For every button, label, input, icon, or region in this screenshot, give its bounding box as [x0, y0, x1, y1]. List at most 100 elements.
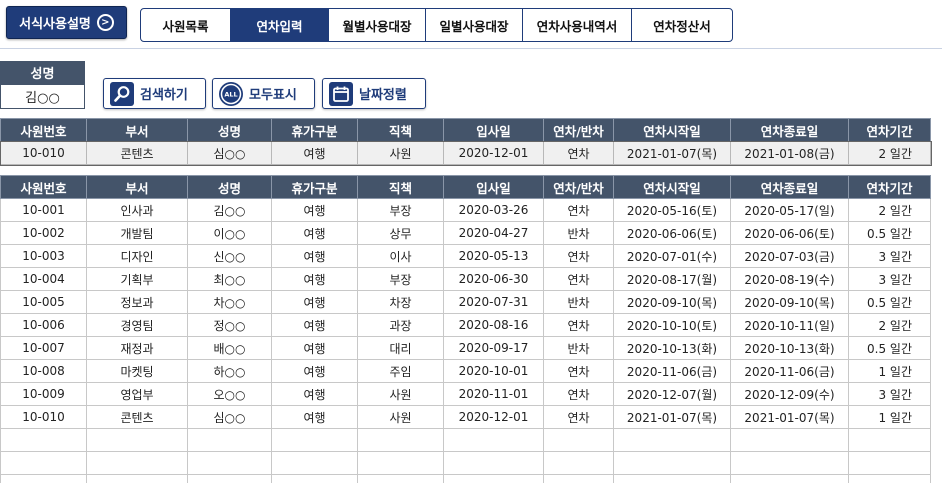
cell-employee-id[interactable]: 10-003 — [0, 244, 87, 268]
cell-hire-date[interactable]: 2020-05-13 — [443, 244, 544, 268]
table-row[interactable]: 10-006 경영팀 정○○ 여행 과장 2020-08-16 연차 2020-10-10(토… — [0, 313, 931, 337]
cell-leave-type[interactable]: 여행 — [271, 313, 358, 337]
cell-name[interactable]: 심○○ — [187, 141, 272, 165]
cell-leave-period[interactable]: 2 일간 — [848, 141, 931, 165]
cell-leave-start[interactable]: 2020-12-07(월) — [613, 382, 731, 406]
cell-leave-end[interactable]: 2021-01-08(금) — [730, 141, 849, 165]
cell-hire-date[interactable]: 2020-09-17 — [443, 336, 544, 360]
cell-leave-kind[interactable]: 반차 — [543, 221, 614, 245]
cell-leave-end[interactable]: 2021-01-07(목) — [730, 405, 849, 429]
cell-leave-type[interactable]: 여행 — [271, 405, 358, 429]
cell-leave-kind[interactable]: 연차 — [543, 244, 614, 268]
cell-department[interactable]: 경영팀 — [86, 313, 188, 337]
table-row[interactable]: 10-009 영업부 오○○ 여행 사원 2020-11-01 연차 2020-12-07(월… — [0, 382, 931, 406]
cell-leave-type[interactable]: 여행 — [271, 198, 358, 222]
empty-table-row[interactable] — [0, 474, 931, 483]
cell-leave-period[interactable]: 0.5 일간 — [848, 290, 931, 314]
cell-leave-end[interactable]: 2020-07-03(금) — [730, 244, 849, 268]
cell-leave-end[interactable]: 2020-12-09(수) — [730, 382, 849, 406]
cell-employee-id[interactable]: 10-002 — [0, 221, 87, 245]
tab-monthly-ledger[interactable]: 월별사용대장 — [329, 9, 426, 41]
cell-employee-id[interactable]: 10-010 — [0, 141, 87, 165]
cell-leave-period[interactable]: 1 일간 — [848, 405, 931, 429]
cell-position[interactable]: 이사 — [357, 244, 444, 268]
cell-leave-kind[interactable]: 반차 — [543, 336, 614, 360]
table-row[interactable]: 10-001 인사과 김○○ 여행 부장 2020-03-26 연차 2020-05-16(토… — [0, 198, 931, 222]
cell-employee-id[interactable]: 10-005 — [0, 290, 87, 314]
cell-leave-type[interactable] — [271, 451, 358, 475]
cell-leave-kind[interactable]: 연차 — [543, 198, 614, 222]
cell-hire-date[interactable]: 2020-03-26 — [443, 198, 544, 222]
cell-leave-period[interactable]: 0.5 일간 — [848, 221, 931, 245]
cell-leave-period[interactable]: 3 일간 — [848, 244, 931, 268]
cell-employee-id[interactable]: 10-008 — [0, 359, 87, 383]
input-row[interactable]: 10-010 콘텐츠 심○○ 여행 사원 2020-12-01 연차 2021-01-07(목… — [0, 140, 932, 166]
table-row[interactable]: 10-007 재정과 배○○ 여행 대리 2020-09-17 반차 2020-10-13(화… — [0, 336, 931, 360]
cell-leave-period[interactable]: 2 일간 — [848, 198, 931, 222]
cell-leave-start[interactable] — [613, 474, 731, 483]
cell-employee-id[interactable]: 10-010 — [0, 405, 87, 429]
cell-leave-type[interactable]: 여행 — [271, 359, 358, 383]
cell-leave-period[interactable]: 0.5 일간 — [848, 336, 931, 360]
cell-department[interactable] — [86, 428, 188, 452]
cell-leave-end[interactable] — [730, 428, 849, 452]
cell-department[interactable]: 재정과 — [86, 336, 188, 360]
cell-employee-id[interactable] — [0, 428, 87, 452]
cell-position[interactable]: 주임 — [357, 359, 444, 383]
cell-leave-period[interactable]: 3 일간 — [848, 382, 931, 406]
cell-name[interactable]: 배○○ — [187, 336, 272, 360]
cell-department[interactable]: 디자인 — [86, 244, 188, 268]
cell-leave-kind[interactable]: 연차 — [543, 382, 614, 406]
date-sort-button[interactable]: 날짜정렬 — [322, 78, 426, 109]
cell-hire-date[interactable]: 2020-12-01 — [443, 141, 544, 165]
cell-leave-kind[interactable]: 반차 — [543, 290, 614, 314]
cell-department[interactable]: 콘텐츠 — [86, 141, 188, 165]
cell-leave-type[interactable]: 여행 — [271, 244, 358, 268]
cell-leave-kind[interactable] — [543, 451, 614, 475]
cell-position[interactable]: 사원 — [357, 382, 444, 406]
cell-employee-id[interactable] — [0, 474, 87, 483]
cell-leave-end[interactable]: 2020-06-06(토) — [730, 221, 849, 245]
cell-position[interactable]: 부장 — [357, 267, 444, 291]
cell-department[interactable] — [86, 451, 188, 475]
cell-department[interactable]: 개발팀 — [86, 221, 188, 245]
cell-employee-id[interactable] — [0, 451, 87, 475]
cell-leave-end[interactable]: 2020-10-11(일) — [730, 313, 849, 337]
table-row[interactable]: 10-005 정보과 차○○ 여행 차장 2020-07-31 반차 2020-09-10(목… — [0, 290, 931, 314]
cell-department[interactable] — [86, 474, 188, 483]
cell-leave-period[interactable] — [848, 451, 931, 475]
cell-hire-date[interactable]: 2020-07-31 — [443, 290, 544, 314]
cell-name[interactable] — [187, 451, 272, 475]
cell-leave-start[interactable] — [613, 428, 731, 452]
cell-leave-type[interactable]: 여행 — [271, 382, 358, 406]
cell-name[interactable]: 신○○ — [187, 244, 272, 268]
cell-name[interactable]: 오○○ — [187, 382, 272, 406]
empty-table-row[interactable] — [0, 451, 931, 475]
cell-position[interactable]: 과장 — [357, 313, 444, 337]
cell-leave-start[interactable]: 2020-10-10(토) — [613, 313, 731, 337]
tab-employee-list[interactable]: 사원목록 — [141, 9, 231, 41]
cell-leave-kind[interactable] — [543, 474, 614, 483]
cell-leave-end[interactable]: 2020-08-19(수) — [730, 267, 849, 291]
cell-department[interactable]: 기획부 — [86, 267, 188, 291]
cell-department[interactable]: 영업부 — [86, 382, 188, 406]
cell-employee-id[interactable]: 10-009 — [0, 382, 87, 406]
cell-name[interactable]: 하○○ — [187, 359, 272, 383]
cell-leave-period[interactable] — [848, 428, 931, 452]
cell-department[interactable]: 인사과 — [86, 198, 188, 222]
cell-hire-date[interactable] — [443, 451, 544, 475]
cell-leave-start[interactable]: 2021-01-07(목) — [613, 405, 731, 429]
cell-employee-id[interactable]: 10-007 — [0, 336, 87, 360]
cell-leave-start[interactable]: 2020-09-10(목) — [613, 290, 731, 314]
table-row[interactable]: 10-002 개발팀 이○○ 여행 상무 2020-04-27 반차 2020-06-06(토… — [0, 221, 931, 245]
cell-leave-start[interactable]: 2021-01-07(목) — [613, 141, 731, 165]
cell-employee-id[interactable]: 10-004 — [0, 267, 87, 291]
cell-employee-id[interactable]: 10-006 — [0, 313, 87, 337]
cell-name[interactable]: 심○○ — [187, 405, 272, 429]
tab-leave-input[interactable]: 연차입력 — [231, 9, 329, 41]
table-row[interactable]: 10-003 디자인 신○○ 여행 이사 2020-05-13 연차 2020-07-01(수… — [0, 244, 931, 268]
cell-leave-start[interactable]: 2020-07-01(수) — [613, 244, 731, 268]
cell-name[interactable]: 김○○ — [187, 198, 272, 222]
cell-position[interactable] — [357, 428, 444, 452]
cell-leave-start[interactable]: 2020-08-17(월) — [613, 267, 731, 291]
